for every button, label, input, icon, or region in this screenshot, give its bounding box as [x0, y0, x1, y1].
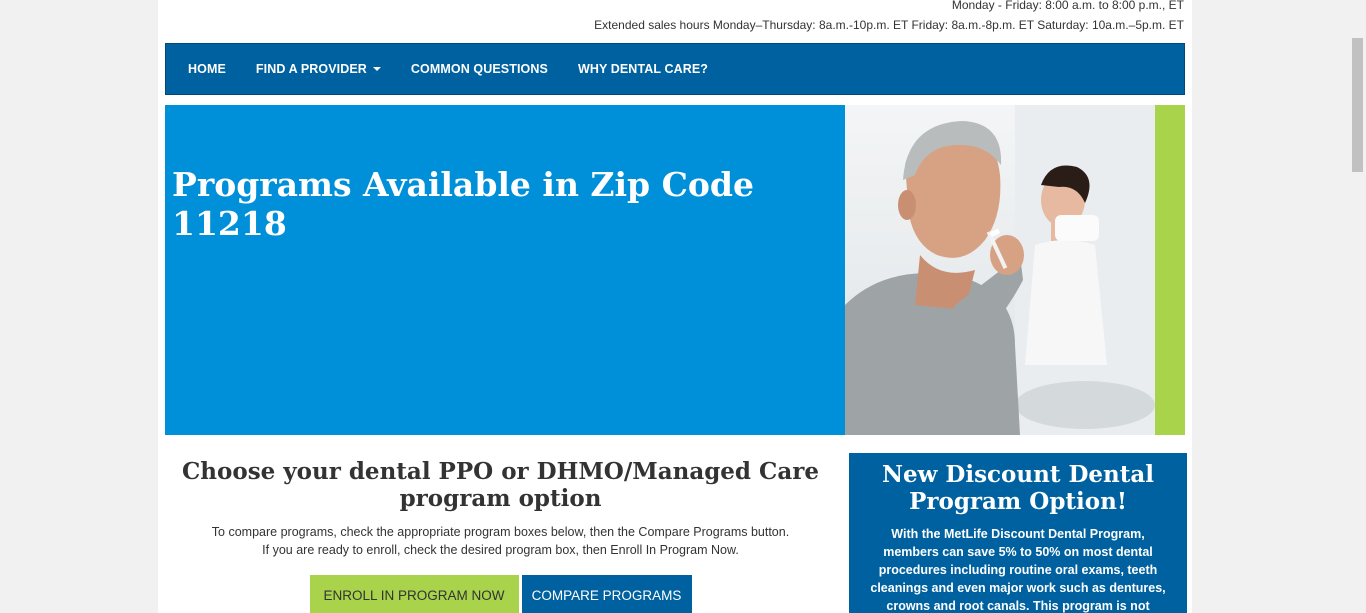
compare-programs-button[interactable]: COMPARE PROGRAMS	[521, 575, 692, 613]
hero-accent-bar	[1155, 105, 1185, 435]
extended-sales-hours: Extended sales hours Monday–Thursday: 8a…	[594, 18, 1184, 32]
nav-why-dental-care-label: WHY DENTAL CARE?	[577, 62, 709, 76]
compare-instruction: To compare programs, check the appropria…	[211, 525, 790, 539]
nav-why-dental-care[interactable]: WHY DENTAL CARE?	[578, 62, 708, 76]
promo-text: With the MetLife Discount Dental Program…	[870, 527, 1166, 613]
nav-find-provider-label: FIND A PROVIDER	[255, 62, 367, 76]
nav-home[interactable]: HOME	[188, 62, 226, 76]
hero-title: Programs Available in Zip Code 11218	[172, 165, 754, 243]
page-scrollbar[interactable]	[1349, 0, 1366, 613]
program-selection-heading: Choose your dental PPO or DHMO/Managed C…	[182, 458, 819, 512]
program-instructions: To compare programs, check the appropria…	[178, 523, 823, 559]
nav-common-questions-label: COMMON QUESTIONS	[410, 62, 548, 76]
action-buttons: ENROLL IN PROGRAM NOW COMPARE PROGRAMS	[178, 575, 823, 613]
main-navbar: HOME FIND A PROVIDER COMMON QUESTIONS WH…	[165, 43, 1185, 95]
program-selection-section: Choose your dental PPO or DHMO/Managed C…	[178, 458, 823, 613]
enroll-instruction: If you are ready to enroll, check the de…	[262, 543, 739, 557]
page-container: Monday - Friday: 8:00 a.m. to 8:00 p.m.,…	[158, 0, 1192, 613]
caret-down-icon	[372, 67, 381, 71]
nav-find-provider[interactable]: FIND A PROVIDER	[256, 62, 381, 76]
promo-title: New Discount Dental Program Option!	[881, 461, 1155, 515]
discount-program-promo: New Discount Dental Program Option! With…	[849, 453, 1187, 613]
business-hours: Monday - Friday: 8:00 a.m. to 8:00 p.m.,…	[951, 0, 1184, 12]
scrollbar-thumb[interactable]	[1352, 38, 1363, 172]
nav-home-label: HOME	[188, 62, 226, 76]
hero-banner: Programs Available in Zip Code 11218	[165, 105, 1185, 435]
nav-common-questions[interactable]: COMMON QUESTIONS	[411, 62, 548, 76]
hero-photo	[845, 105, 1155, 435]
man-brushing-teeth-illustration	[845, 105, 1155, 435]
enroll-in-program-button[interactable]: ENROLL IN PROGRAM NOW	[309, 575, 519, 613]
